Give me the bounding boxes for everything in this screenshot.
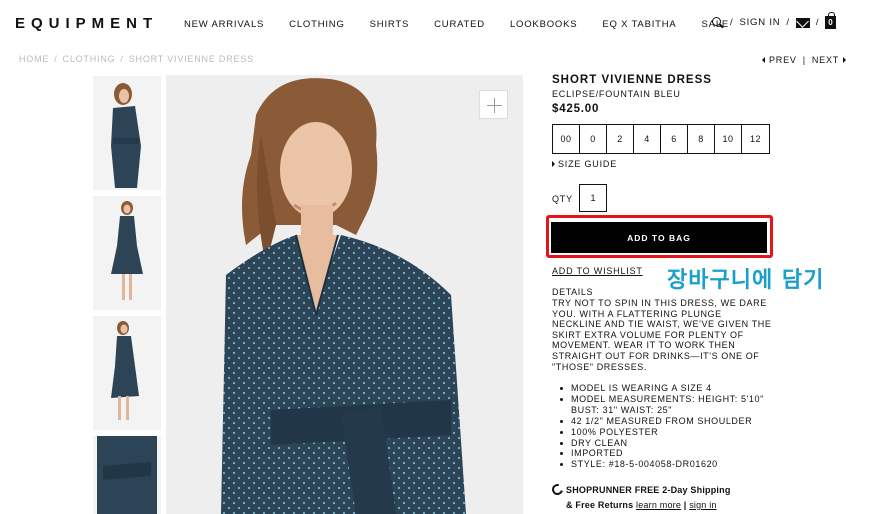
main-nav: NEW ARRIVALS CLOTHING SHIRTS CURATED LOO… xyxy=(184,19,754,30)
size-option-2[interactable]: 2 xyxy=(607,125,634,153)
breadcrumb-home[interactable]: HOME xyxy=(19,54,49,64)
model-photo xyxy=(166,75,523,514)
breadcrumb-separator: / xyxy=(120,54,124,64)
list-item: 100% POLYESTER xyxy=(558,427,773,438)
shoprunner-logo-icon xyxy=(549,481,566,498)
add-to-wishlist-link[interactable]: ADD TO WISHLIST xyxy=(552,266,643,276)
nav-curated[interactable]: CURATED xyxy=(434,19,485,30)
product-pager: PREV | NEXT xyxy=(762,55,847,65)
size-option-10[interactable]: 10 xyxy=(715,125,742,153)
size-selector: 00 0 2 4 6 8 10 12 xyxy=(552,124,770,154)
thumbnail-model-image xyxy=(93,196,161,310)
qty-input[interactable]: 1 xyxy=(579,184,607,212)
annotation-caption: 장바구니에 담기 xyxy=(667,268,825,293)
shoprunner-learn-more-link[interactable]: learn more xyxy=(636,500,681,510)
next-link[interactable]: NEXT xyxy=(812,55,839,65)
size-option-0[interactable]: 0 xyxy=(580,125,607,153)
pager-separator: | xyxy=(802,55,806,65)
prev-arrow-icon xyxy=(762,57,765,63)
nav-new-arrivals[interactable]: NEW ARRIVALS xyxy=(184,19,264,30)
shoprunner-separator: | xyxy=(683,500,687,510)
size-option-00[interactable]: 00 xyxy=(553,125,580,153)
site-header: EQUIPMENT NEW ARRIVALS CLOTHING SHIRTS C… xyxy=(0,0,870,48)
breadcrumb-separator: / xyxy=(54,54,58,64)
product-title: SHORT VIVIENNE DRESS xyxy=(552,74,712,86)
shopping-bag-icon[interactable]: 0 xyxy=(825,12,837,29)
breadcrumb-clothing[interactable]: CLOTHING xyxy=(63,54,116,64)
header-utilities: / SIGN IN / / 0 xyxy=(712,12,837,29)
size-guide-label: SIZE GUIDE xyxy=(558,159,618,169)
mail-icon[interactable] xyxy=(795,17,810,28)
thumbnail-1[interactable] xyxy=(93,76,161,190)
product-features-list: MODEL IS WEARING A SIZE 4 MODEL MEASUREM… xyxy=(558,383,773,470)
list-item: STYLE: #18-5-004058-DR01620 xyxy=(558,459,773,470)
shoprunner-returns: & Free Returns learn more | sign in xyxy=(566,500,717,510)
thumbnail-detail-image xyxy=(93,436,161,514)
separator: / xyxy=(815,17,820,28)
list-item: DRY CLEAN xyxy=(558,438,773,449)
size-option-8[interactable]: 8 xyxy=(688,125,715,153)
thumbnail-2[interactable] xyxy=(93,196,161,310)
list-item: MODEL MEASUREMENTS: HEIGHT: 5'10" BUST: … xyxy=(558,394,773,416)
main-product-image[interactable] xyxy=(166,75,523,514)
shoprunner-sign-in-link[interactable]: sign in xyxy=(689,500,716,510)
shoprunner-banner: SHOPRUNNER FREE 2-Day Shipping xyxy=(549,481,731,498)
shoprunner-text: SHOPRUNNER FREE 2-Day Shipping xyxy=(566,484,731,495)
search-icon[interactable] xyxy=(712,16,724,29)
size-guide-link[interactable]: SIZE GUIDE xyxy=(552,159,617,169)
size-option-12[interactable]: 12 xyxy=(742,125,769,153)
separator: / xyxy=(786,17,790,28)
sign-in-link[interactable]: SIGN IN xyxy=(739,17,780,28)
thumbnail-3[interactable] xyxy=(93,316,161,430)
add-to-bag-button[interactable]: ADD TO BAG xyxy=(551,222,767,253)
breadcrumb: HOME / CLOTHING / SHORT VIVIENNE DRESS xyxy=(19,54,254,64)
list-item: 42 1/2" MEASURED FROM SHOULDER xyxy=(558,416,773,427)
nav-lookbooks[interactable]: LOOKBOOKS xyxy=(510,19,577,30)
prev-link[interactable]: PREV xyxy=(769,55,797,65)
thumbnail-model-image xyxy=(93,76,161,190)
nav-clothing[interactable]: CLOTHING xyxy=(289,19,345,30)
thumbnail-model-image xyxy=(93,316,161,430)
brand-logo[interactable]: EQUIPMENT xyxy=(15,15,158,32)
next-arrow-icon xyxy=(843,57,847,63)
separator: / xyxy=(730,17,734,28)
list-item: IMPORTED xyxy=(558,448,773,459)
qty-label: QTY xyxy=(552,194,573,204)
list-item: MODEL IS WEARING A SIZE 4 xyxy=(558,383,773,394)
shoprunner-returns-text: & Free Returns xyxy=(566,500,634,510)
product-price: $425.00 xyxy=(552,103,600,115)
nav-shirts[interactable]: SHIRTS xyxy=(370,19,409,30)
size-option-4[interactable]: 4 xyxy=(634,125,661,153)
product-color: ECLIPSE/FOUNTAIN BLEU xyxy=(552,89,681,99)
details-description: TRY NOT TO SPIN IN THIS DRESS, WE DARE Y… xyxy=(552,298,772,372)
chevron-right-icon xyxy=(552,161,555,167)
nav-eq-x-tabitha[interactable]: EQ X TABITHA xyxy=(602,19,676,30)
details-heading: DETAILS xyxy=(552,287,594,297)
zoom-plus-icon[interactable] xyxy=(479,90,508,119)
thumbnail-4[interactable] xyxy=(93,436,161,514)
size-option-6[interactable]: 6 xyxy=(661,125,688,153)
breadcrumb-current: SHORT VIVIENNE DRESS xyxy=(128,54,254,64)
